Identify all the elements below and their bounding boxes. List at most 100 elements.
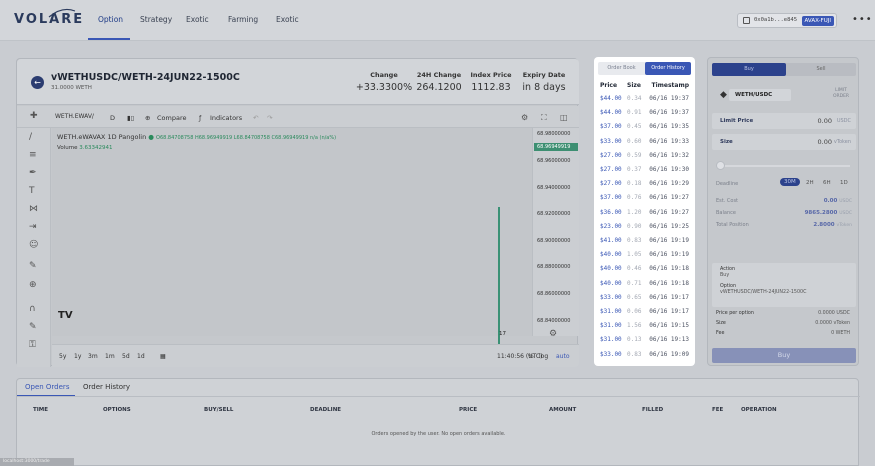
range-5d[interactable]: 5d xyxy=(122,353,130,360)
order-history-row: $33.00 0.65 06/16 19:17 xyxy=(594,291,695,305)
total-position-value: 2.8000 vToken xyxy=(813,222,852,228)
nav-exotic[interactable]: Exotic xyxy=(186,15,209,24)
brush-icon[interactable]: ✒ xyxy=(29,168,37,178)
order-history-row: $40.00 0.71 06/16 19:18 xyxy=(594,277,695,291)
deadline-30m[interactable]: 30M xyxy=(780,178,800,186)
balance-value: 9865.2800 USDC xyxy=(805,210,852,216)
ppo-label: Price per option xyxy=(716,311,754,316)
buy-button[interactable]: Buy xyxy=(712,348,856,363)
price-axis[interactable]: 68.98000000 68.96949919 68.96000000 68.9… xyxy=(532,128,579,336)
stat-index-price: Index Price 1112.83 xyxy=(469,71,513,93)
axis-settings-gear-icon[interactable]: ⚙ xyxy=(549,329,557,339)
deadline-1d[interactable]: 1D xyxy=(840,180,848,186)
log-scale-toggle[interactable]: log xyxy=(539,353,548,360)
token-selector[interactable]: WETH/USDC xyxy=(729,89,791,101)
wallet-button[interactable]: 0x0a1b...e845 AVAX-FUJI xyxy=(737,13,837,28)
range-3m[interactable]: 3m xyxy=(88,353,98,360)
back-arrow-icon[interactable]: ← xyxy=(31,76,44,89)
measure-icon[interactable]: ⇥ xyxy=(29,222,37,232)
tab-order-book[interactable]: Order Book xyxy=(598,62,645,75)
tab-buy[interactable]: Buy xyxy=(712,63,786,76)
order-history-row: $27.00 0.37 06/16 19:30 xyxy=(594,163,695,177)
indicators-icon[interactable]: ƒ xyxy=(199,114,201,122)
browser-status-bar: localhost:3000/trade xyxy=(0,458,74,466)
deadline-6h[interactable]: 6H xyxy=(823,180,831,186)
fib-icon[interactable]: ≡ xyxy=(29,150,37,160)
more-menu-icon[interactable]: ••• xyxy=(852,14,873,25)
row-timestamp: 06/16 19:33 xyxy=(649,137,689,145)
network-badge: AVAX-FUJI xyxy=(801,16,834,26)
emoji-icon[interactable]: ☺ xyxy=(29,240,38,250)
tab-open-orders[interactable]: Open Orders xyxy=(25,383,69,391)
range-1d[interactable]: 1d xyxy=(137,353,145,360)
tab-sell[interactable]: Sell xyxy=(786,63,856,76)
chart-type-icon[interactable]: ▮▯ xyxy=(127,114,134,122)
pattern-icon[interactable]: ⋈ xyxy=(29,204,38,214)
row-size: 1.20 xyxy=(627,208,642,216)
magnet-icon[interactable]: ∩ xyxy=(29,304,36,314)
action-label: Action xyxy=(720,267,736,272)
live-dot-icon: ● xyxy=(148,133,154,141)
total-position-unit: vToken xyxy=(836,223,852,228)
range-1y[interactable]: 1y xyxy=(74,353,81,360)
undo-icon[interactable]: ↶ xyxy=(253,114,258,122)
col-deadline: DEADLINE xyxy=(310,407,342,413)
order-history-row: $33.00 0.60 06/16 19:33 xyxy=(594,135,695,149)
lock-icon[interactable]: ⚿ xyxy=(29,340,36,350)
row-timestamp: 06/16 19:32 xyxy=(649,151,689,159)
nav-exotic-2[interactable]: Exotic xyxy=(276,15,299,24)
chart-plot-area[interactable] xyxy=(52,128,532,336)
symbol-search[interactable]: WETH.EWAV/ xyxy=(55,111,99,123)
interval-selector[interactable]: D xyxy=(110,114,115,122)
limit-price-input[interactable]: 0.00 xyxy=(818,117,832,125)
row-timestamp: 06/16 19:35 xyxy=(649,123,689,131)
lock-drawing-icon[interactable]: ✎ xyxy=(29,322,37,332)
settings-gear-icon[interactable]: ⚙ xyxy=(521,113,528,122)
tab-order-history[interactable]: Order History xyxy=(645,62,691,75)
ruler-icon[interactable]: ✎ xyxy=(29,261,37,271)
order-history-row: $40.00 0.46 06/16 19:18 xyxy=(594,262,695,276)
limit-order-toggle[interactable]: LIMIT ORDER xyxy=(830,88,852,100)
row-price: $31.00 xyxy=(600,308,622,315)
crosshair-icon[interactable]: ✚ xyxy=(30,111,38,121)
date-range-icon[interactable]: ▦ xyxy=(160,353,166,360)
utc-clock[interactable]: 11:40:56 (UTC) xyxy=(497,353,542,360)
order-history-row: $31.00 0.13 06/16 19:13 xyxy=(594,333,695,347)
tab-orders-history[interactable]: Order History xyxy=(83,383,130,391)
size-slider-track[interactable] xyxy=(720,165,850,167)
compare-icon[interactable]: ⊕ xyxy=(145,114,150,122)
zoom-in-icon[interactable]: ⊕ xyxy=(29,280,37,290)
redo-icon[interactable]: ↷ xyxy=(267,114,272,122)
deadline-2h[interactable]: 2H xyxy=(806,180,814,186)
limit-price-field[interactable]: Limit Price 0.00 USDC xyxy=(712,113,856,129)
balance-number: 9865.2800 xyxy=(804,210,838,216)
order-history-row: $44.00 0.91 06/16 19:37 xyxy=(594,106,695,120)
nav-option[interactable]: Option xyxy=(98,15,123,24)
row-price: $33.00 xyxy=(600,137,622,145)
size-slider-handle[interactable] xyxy=(716,161,725,170)
fee-row: Fee 0 WETH xyxy=(716,331,856,336)
camera-icon[interactable]: ◫ xyxy=(560,113,568,122)
compare-button[interactable]: Compare xyxy=(157,114,187,122)
order-history-row: $37.00 0.45 06/16 19:35 xyxy=(594,120,695,134)
nav-strategy[interactable]: Strategy xyxy=(140,15,172,24)
row-size: 0.90 xyxy=(627,222,642,230)
range-5y[interactable]: 5y xyxy=(59,353,66,360)
indicators-button[interactable]: Indicators xyxy=(210,114,242,122)
range-1m[interactable]: 1m xyxy=(105,353,115,360)
current-price-tag: 68.96949919 xyxy=(534,143,578,151)
auto-scale-toggle[interactable]: auto xyxy=(556,353,570,360)
pair-title: vWETHUSDC/WETH-24JUN22-1500C xyxy=(51,72,240,83)
nav-farming[interactable]: Farming xyxy=(228,15,258,24)
trend-line-icon[interactable]: ∕ xyxy=(29,132,32,142)
row-timestamp: 06/16 19:17 xyxy=(649,308,689,315)
col-price: Price xyxy=(600,82,618,89)
row-price: $31.00 xyxy=(600,322,622,330)
text-tool-icon[interactable]: T xyxy=(29,186,35,196)
fullscreen-icon[interactable]: ⛶ xyxy=(541,113,547,123)
percent-scale-toggle[interactable]: % xyxy=(528,353,534,360)
size-field[interactable]: Size 0.00 vToken xyxy=(712,134,856,150)
summary-size-label: Size xyxy=(716,321,726,326)
size-input[interactable]: 0.00 xyxy=(818,138,832,146)
nav-active-underline xyxy=(88,38,130,40)
